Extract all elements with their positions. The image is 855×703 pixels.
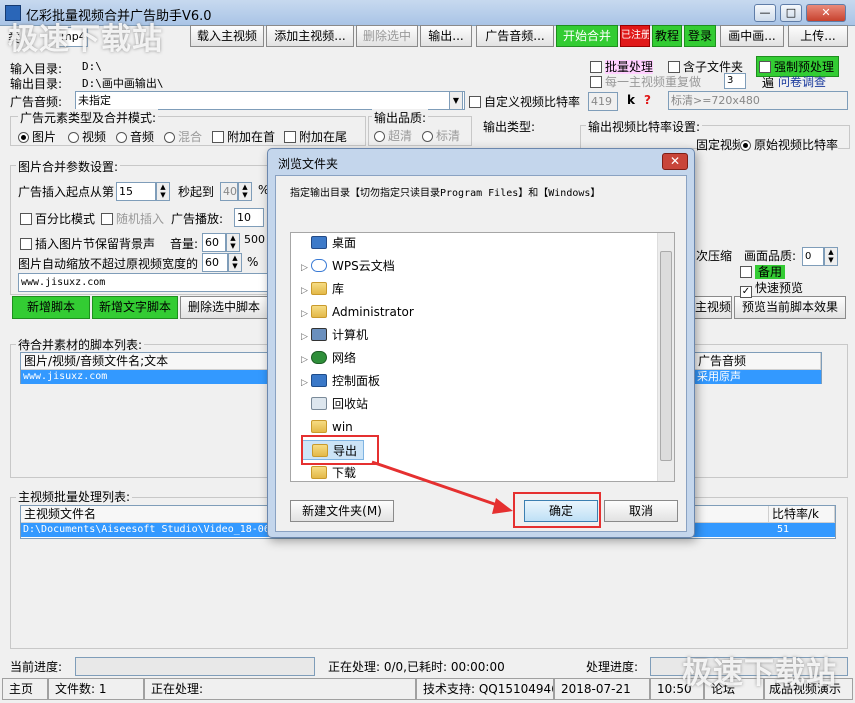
annotation-arrow <box>371 460 513 514</box>
